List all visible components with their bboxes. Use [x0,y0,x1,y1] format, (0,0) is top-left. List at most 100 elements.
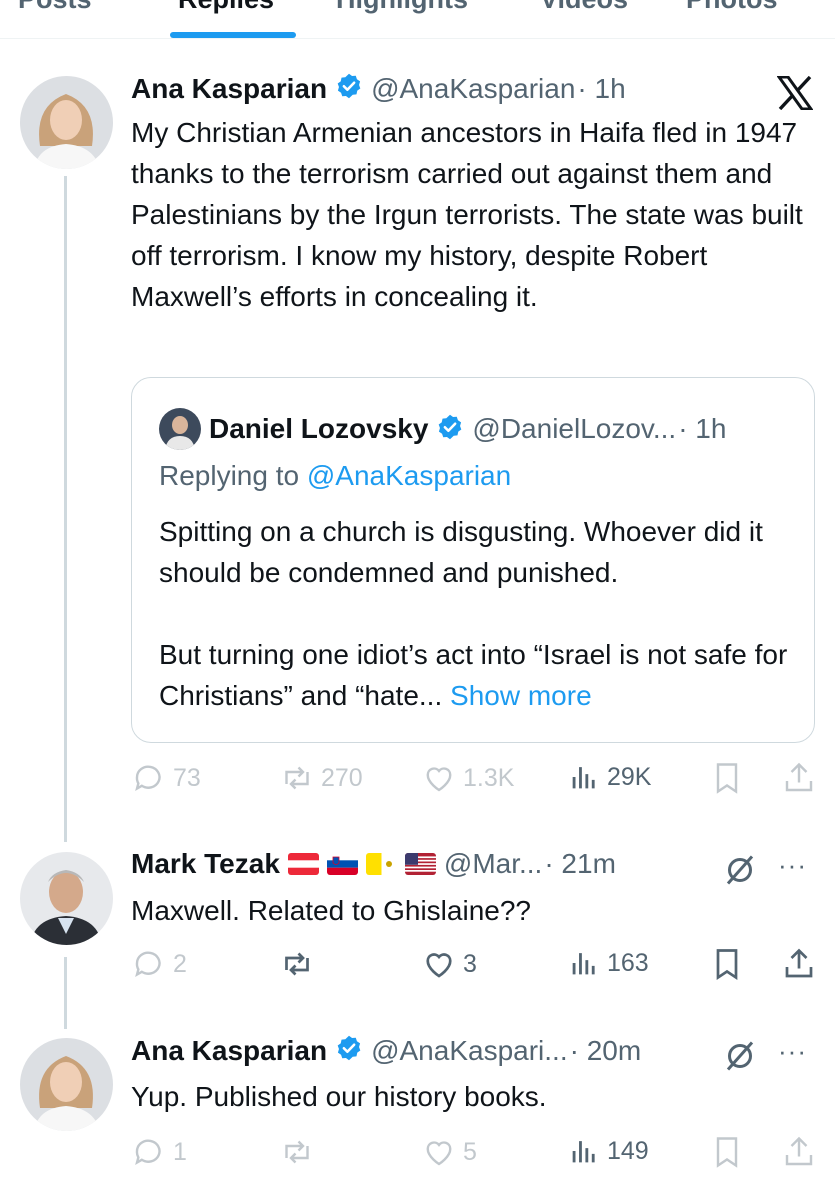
quoted-author-name[interactable]: Daniel Lozovsky [209,413,428,445]
replying-to-handle[interactable]: @AnaKasparian [307,460,511,491]
author-handle[interactable]: @AnaKasparian [371,73,575,105]
like-button[interactable]: 3 [421,946,477,982]
x-logo-icon [776,75,814,115]
more-options-icon[interactable]: ··· [778,1036,807,1067]
post-time[interactable]: · 20m [570,1035,642,1067]
verified-badge-icon [335,72,363,105]
views-button[interactable]: 29K [567,760,651,794]
author-handle[interactable]: @Mar... [444,848,542,880]
like-button[interactable]: 5 [421,1134,477,1170]
verified-badge-icon [335,1034,363,1067]
quoted-post-header: Daniel Lozovsky @DanielLozov... · 1h [159,408,726,450]
replying-to: Replying to @AnaKasparian [159,460,511,492]
repost-button[interactable] [279,946,315,982]
thread-connector [64,957,67,1029]
post-header: Mark Tezak @Mar... · 21m [131,848,616,880]
views-icon [572,767,595,789]
bookmark-icon [716,763,738,794]
post-time[interactable]: · 1h [577,73,625,105]
post-actions: 1 5 149 [131,1134,821,1174]
profile-tabs: Posts Replies Highlights Videos Photos [0,0,835,39]
reply-count: 73 [173,763,201,792]
views-count: 163 [607,948,649,977]
repost-icon [285,766,309,790]
tab-posts[interactable]: Posts [18,0,92,15]
views-icon [572,1141,595,1163]
share-icon [785,1136,813,1166]
bookmark-button[interactable] [709,1134,745,1170]
like-count: 3 [463,949,477,978]
tab-highlights[interactable]: Highlights [336,0,468,15]
avatar[interactable] [20,1038,113,1131]
repost-button[interactable]: 270 [279,760,363,796]
like-count: 5 [463,1137,477,1166]
reply-icon [135,951,161,977]
show-more-link[interactable]: Show more [450,680,592,711]
post-header: Ana Kasparian @AnaKasparian · 1h [131,72,626,105]
post-time[interactable]: · 21m [544,848,616,880]
bookmark-button[interactable] [709,946,745,982]
views-icon [572,953,595,975]
grok-icon[interactable] [722,1038,758,1079]
bookmark-icon [716,1137,738,1168]
share-button[interactable] [781,946,817,982]
repost-count: 270 [321,763,363,792]
quoted-author-handle[interactable]: @DanielLozov... [472,413,676,445]
more-options-icon[interactable]: ··· [778,850,807,881]
reply-button[interactable]: 73 [131,760,201,796]
post-header: Ana Kasparian @AnaKaspari... · 20m [131,1034,641,1067]
post-text: My Christian Armenian ancestors in Haifa… [131,117,803,312]
share-button[interactable] [781,1134,817,1170]
post-actions: 2 3 163 [131,946,821,986]
reply-button[interactable]: 1 [131,1134,187,1170]
post-text: Yup. Published our history books. [131,1081,547,1112]
reply-count: 1 [173,1137,187,1166]
slovenia-flag-icon [326,853,358,875]
views-button[interactable]: 149 [567,1134,649,1168]
active-tab-indicator [170,32,296,38]
quoted-post[interactable]: Daniel Lozovsky @DanielLozov... · 1h Rep… [131,377,815,743]
repost-icon [285,1140,309,1164]
author-name[interactable]: Ana Kasparian [131,73,327,105]
thread-connector [64,176,67,842]
quoted-post-time: · 1h [678,413,727,444]
tab-replies[interactable]: Replies [178,0,274,15]
views-button[interactable]: 163 [567,946,649,980]
heart-icon [426,953,452,978]
like-count: 1.3K [463,763,515,792]
reply-icon [135,1139,161,1165]
quoted-post-text: Spitting on a church is disgusting. Whoe… [159,511,799,716]
author-handle[interactable]: @AnaKaspari... [371,1035,568,1067]
reply-button[interactable]: 2 [131,946,187,982]
replying-to-label: Replying to [159,460,307,491]
reply-count: 2 [173,949,187,978]
post-text: Maxwell. Related to Ghislaine?? [131,895,531,926]
tab-videos[interactable]: Videos [540,0,628,15]
author-name[interactable]: Ana Kasparian [131,1035,327,1067]
share-icon [785,762,813,792]
heart-icon [426,1141,452,1166]
grok-icon[interactable] [722,852,758,893]
avatar[interactable] [20,76,113,169]
quoted-paragraph: Spitting on a church is disgusting. Whoe… [159,516,763,588]
bookmark-button[interactable] [709,760,745,796]
views-count: 29K [607,762,652,791]
like-button[interactable]: 1.3K [421,760,514,796]
reply-icon [135,765,161,791]
share-button[interactable] [781,760,817,796]
author-name[interactable]: Mark Tezak [131,848,280,880]
austria-flag-icon [287,853,319,875]
post-actions: 73 270 1.3K 29K [131,760,821,800]
tab-photos[interactable]: Photos [686,0,778,15]
avatar [159,408,201,450]
repost-icon [285,952,309,976]
avatar[interactable] [20,852,113,945]
vatican-flag-icon [365,853,397,875]
bookmark-icon [716,949,738,981]
share-icon [785,948,813,978]
views-count: 149 [607,1136,649,1165]
repost-button[interactable] [279,1134,315,1170]
verified-badge-icon [436,413,464,446]
usa-flag-icon [404,853,436,875]
heart-icon [426,767,452,792]
